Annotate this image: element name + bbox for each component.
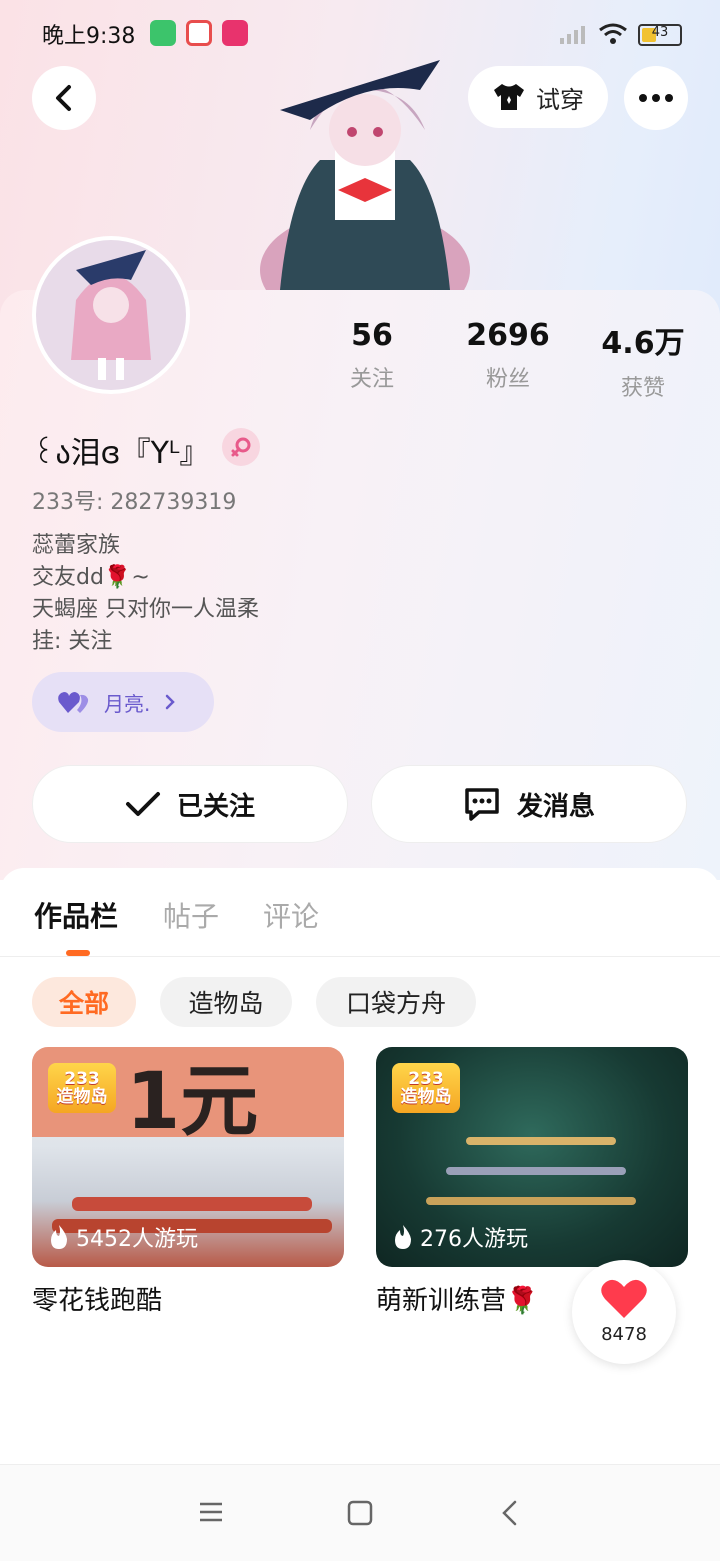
bio-line: 天蝎座 只对你一人温柔: [32, 597, 259, 622]
back-arrow-icon: [56, 85, 71, 111]
notification-app-icon: [222, 20, 248, 46]
avatar-character-figure: [260, 60, 470, 290]
check-icon: [125, 792, 160, 816]
stat-label: 粉丝: [485, 367, 530, 392]
heart-icon: [601, 1279, 647, 1318]
game-banner-text: 1元: [126, 1057, 259, 1147]
send-message-button[interactable]: 发消息: [371, 765, 687, 843]
status-time: 晚上9:38: [42, 24, 136, 49]
game-logo: 233 造物岛: [48, 1063, 116, 1113]
try-on-button[interactable]: 试穿: [468, 66, 608, 128]
game-title[interactable]: 零花钱跑酷: [32, 1280, 162, 1317]
back-button[interactable]: [32, 66, 96, 130]
fire-icon: [51, 1225, 67, 1249]
game-logo-text: 造物岛: [400, 1087, 452, 1107]
game-logo: 233 造物岛: [392, 1063, 460, 1113]
battery-icon: 43: [638, 24, 682, 46]
game-card[interactable]: 233 造物岛 276人游玩: [376, 1047, 688, 1267]
like-count: 8478: [601, 1324, 647, 1345]
filter-chip-all[interactable]: 全部: [32, 977, 136, 1027]
game-thumbnail: [426, 1197, 636, 1205]
double-heart-icon: [58, 692, 89, 713]
avatar-image: [36, 240, 186, 390]
filter-chip-pocket-ark[interactable]: 口袋方舟: [316, 977, 476, 1027]
stat-value: 4.6万: [601, 326, 685, 361]
signal-icon: [560, 26, 585, 44]
play-count-text: 5452人游玩: [76, 1227, 198, 1252]
stat-label: 关注: [349, 367, 394, 392]
wifi-icon: [599, 23, 627, 44]
tab-divider: [0, 956, 720, 957]
chevron-right-icon: [166, 694, 176, 710]
try-on-label: 试穿: [536, 85, 584, 114]
shirt-icon: [494, 84, 524, 110]
bio-line: 交友dd🌹~: [32, 565, 150, 590]
avatar-character-icon: [71, 250, 151, 380]
more-dots-icon: [639, 94, 673, 102]
play-count: 5452人游玩: [48, 1221, 198, 1253]
stat-value: 56: [351, 318, 393, 353]
bio-line: 蕊蕾家族: [32, 533, 121, 558]
stat-value: 2696: [466, 318, 550, 353]
game-logo-text: 造物岛: [56, 1087, 108, 1107]
followed-label: 已关注: [176, 791, 255, 822]
game-thumbnail: [466, 1137, 616, 1145]
chat-bubble-icon: [465, 788, 499, 821]
filter-chip-creation-island[interactable]: 造物岛: [160, 977, 292, 1027]
notification-app-icon: [186, 20, 212, 46]
game-logo-number: 233: [64, 1069, 100, 1089]
relationship-label: 月亮.: [104, 691, 151, 716]
stat-label: 获赞: [620, 376, 665, 401]
avatar[interactable]: [32, 236, 190, 394]
user-id: 233号: 282739319: [32, 490, 237, 515]
play-count-text: 276人游玩: [420, 1227, 528, 1252]
tab-posts[interactable]: 帖子: [163, 895, 219, 935]
game-title[interactable]: 萌新训练营🌹: [376, 1280, 538, 1317]
bio-line: 挂: 关注: [32, 629, 113, 654]
tab-works[interactable]: 作品栏: [34, 895, 118, 935]
game-platform: [72, 1197, 312, 1211]
tab-comments[interactable]: 评论: [263, 895, 319, 935]
game-thumbnail: [446, 1167, 626, 1175]
back-icon[interactable]: [500, 1500, 520, 1526]
followed-button[interactable]: 已关注: [32, 765, 348, 843]
game-logo-number: 233: [408, 1069, 444, 1089]
nickname: ꒰ა泪ɞ『Yᴸ』: [32, 436, 210, 471]
bio: 蕊蕾家族 交友dd🌹~ 天蝎座 只对你一人温柔 挂: 关注: [32, 530, 259, 658]
menu-icon[interactable]: [198, 1501, 224, 1523]
fire-icon: [395, 1225, 411, 1249]
stat-fans[interactable]: 2696 粉丝: [448, 318, 568, 393]
like-button[interactable]: 8478: [572, 1260, 676, 1364]
game-card[interactable]: 1元 233 造物岛 5452人游玩: [32, 1047, 344, 1267]
stat-likes[interactable]: 4.6万 获赞: [583, 318, 703, 402]
more-button[interactable]: [624, 66, 688, 130]
notification-app-icon: [150, 20, 176, 46]
home-icon[interactable]: [347, 1500, 373, 1526]
stat-following[interactable]: 56 关注: [312, 318, 432, 393]
play-count: 276人游玩: [392, 1221, 528, 1253]
send-message-label: 发消息: [516, 791, 595, 822]
female-gender-icon: [222, 428, 260, 466]
battery-text: 43: [651, 25, 669, 40]
system-navigation-bar: [0, 1464, 720, 1561]
relationship-badge-button[interactable]: 月亮.: [32, 672, 214, 732]
